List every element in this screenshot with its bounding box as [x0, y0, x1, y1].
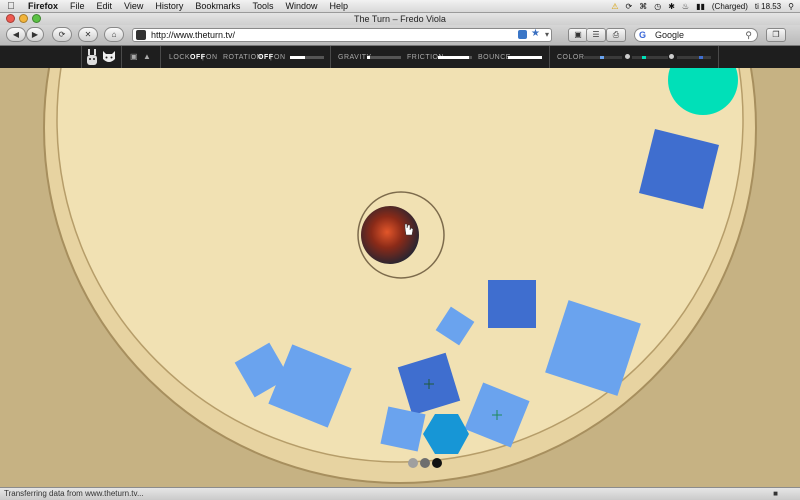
resize-grip-icon[interactable]: ■ [773, 488, 778, 500]
friction-slider-fill [438, 56, 469, 59]
search-bar[interactable]: G Google ⚲ [634, 28, 758, 42]
page-dot-2[interactable] [420, 458, 430, 468]
square-shape[interactable] [488, 280, 536, 328]
forward-button[interactable]: ▶ [26, 27, 44, 42]
cat-logo-icon[interactable] [102, 50, 116, 64]
status-bar: Transferring data from www.theturn.tv...… [0, 487, 800, 500]
warning-icon[interactable]: ⚠ [611, 2, 618, 11]
color-slider-2[interactable] [632, 56, 668, 59]
color-picker-handle-1[interactable] [625, 54, 630, 59]
site-favicon [136, 30, 146, 40]
square-shape[interactable] [380, 406, 426, 452]
site-control-bar: ▣ ▲ LOCK OFF | ON ROTATION OFF | ON GRAV… [0, 46, 800, 68]
menu-history[interactable]: History [149, 1, 189, 11]
menu-app[interactable]: Firefox [22, 1, 64, 11]
color-slider-1[interactable] [584, 56, 622, 59]
color-picker-handle-2[interactable] [669, 54, 674, 59]
spotlight-icon[interactable]: ⚲ [788, 2, 794, 11]
gravity-slider[interactable] [367, 56, 401, 59]
back-icon: ◀ [12, 30, 20, 39]
home-button[interactable]: ⌂ [104, 27, 124, 42]
tab-overview-button[interactable]: ❐ [766, 28, 786, 42]
url-text: http://www.theturn.tv/ [151, 30, 236, 40]
bluetooth-icon[interactable]: ✱ [668, 2, 675, 11]
window-controls [6, 14, 41, 23]
rotation-on-toggle[interactable]: ON [274, 54, 286, 61]
print-icon: ⎙ [612, 30, 620, 39]
search-icon[interactable]: ⚲ [745, 29, 752, 41]
physics-scene[interactable] [0, 68, 800, 487]
lock-on-toggle[interactable]: ON [206, 54, 218, 61]
search-placeholder: Google [655, 30, 685, 40]
rotation-slider[interactable] [290, 56, 324, 59]
menu-bookmarks[interactable]: Bookmarks [189, 1, 246, 11]
zoom-window-icon[interactable] [32, 14, 41, 23]
url-dropdown-icon[interactable]: ▾ [545, 29, 549, 41]
gravity-slider-fill [367, 56, 371, 59]
bounce-slider-fill [508, 56, 542, 59]
google-search-engine-icon[interactable]: G [639, 29, 646, 41]
menu-edit[interactable]: Edit [91, 1, 119, 11]
browser-toolbar: ◀ ▶ ⟳ ✕ ⌂ http://www.theturn.tv/ ★ ▾ ▣ ☰… [0, 25, 800, 46]
color-label: COLOR [557, 54, 585, 61]
window-title-bar: The Turn – Fredo Viola [0, 13, 800, 25]
battery-icon[interactable]: ▮▮ [696, 2, 705, 11]
stop-icon: ✕ [84, 30, 92, 39]
menu-window[interactable]: Window [279, 1, 323, 11]
friction-slider[interactable] [438, 56, 472, 59]
web-content [0, 68, 800, 487]
menu-help[interactable]: Help [323, 1, 354, 11]
rotation-slider-fill [290, 56, 306, 59]
download-icon: ☰ [592, 30, 600, 39]
url-bar[interactable]: http://www.theturn.tv/ ★ ▾ [132, 28, 552, 42]
bunny-logo-icon[interactable] [86, 49, 98, 65]
back-button[interactable]: ◀ [6, 27, 26, 42]
menu-tools[interactable]: Tools [246, 1, 279, 11]
home-icon: ⌂ [111, 30, 117, 39]
print-button[interactable]: ⎙ [606, 28, 626, 42]
page-dot-3-active[interactable] [432, 458, 442, 468]
screenshot-icon: ▣ [574, 30, 582, 39]
volume-icon[interactable]: ♨ [682, 2, 689, 11]
bounce-label: BOUNCE [478, 54, 511, 61]
bounce-slider[interactable] [508, 56, 542, 59]
reload-button[interactable]: ⟳ [52, 27, 72, 42]
wifi-icon[interactable]: ⌘ [639, 2, 647, 11]
fullscreen-icon[interactable]: ▣ [130, 52, 138, 61]
time-machine-icon[interactable]: ◷ [654, 2, 661, 11]
menu-bar:  Firefox File Edit View History Bookmar… [0, 0, 800, 13]
window-title: The Turn – Fredo Viola [354, 14, 446, 24]
sync-icon[interactable]: ⟳ [626, 2, 633, 11]
menu-clock[interactable]: ti 18.53 [755, 2, 781, 11]
rotation-label: ROTATION [223, 54, 263, 61]
color-slider-3[interactable] [677, 56, 711, 59]
sound-icon[interactable]: ▲ [143, 52, 151, 61]
menu-view[interactable]: View [118, 1, 149, 11]
menu-file[interactable]: File [64, 1, 91, 11]
close-window-icon[interactable] [6, 14, 15, 23]
lock-label: LOCK [169, 54, 191, 61]
battery-status[interactable]: (Charged) [712, 2, 748, 11]
page-dot-1[interactable] [408, 458, 418, 468]
tabs-icon: ❐ [772, 30, 780, 39]
minimize-window-icon[interactable] [19, 14, 28, 23]
screenshot-button[interactable]: ▣ [568, 28, 588, 42]
forward-icon: ▶ [31, 30, 39, 39]
download-button[interactable]: ☰ [586, 28, 606, 42]
rss-icon[interactable] [518, 30, 527, 39]
status-text: Transferring data from www.theturn.tv... [4, 489, 144, 498]
apple-icon[interactable]:  [0, 1, 22, 12]
bookmark-star-icon[interactable]: ★ [531, 28, 540, 40]
reload-icon: ⟳ [58, 30, 66, 39]
stop-button[interactable]: ✕ [78, 27, 98, 42]
menu-extras: ⚠ ⟳ ⌘ ◷ ✱ ♨ ▮▮ (Charged) ti 18.53 ⚲ [611, 2, 800, 11]
